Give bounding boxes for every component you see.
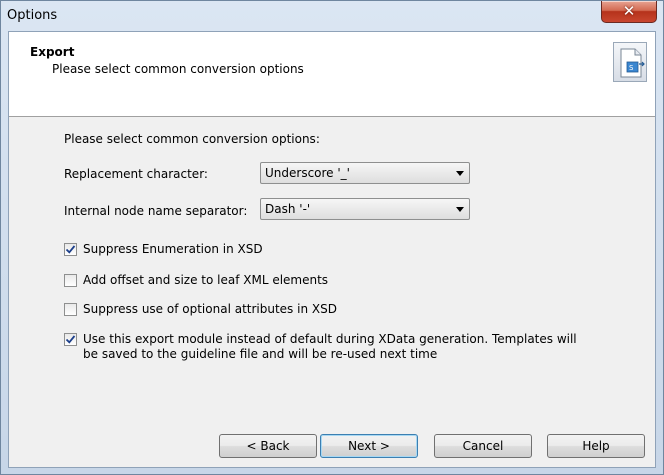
page-subtitle: Please select common conversion options — [52, 62, 304, 76]
next-button[interactable]: Next > — [320, 434, 418, 458]
checkbox[interactable] — [64, 333, 77, 346]
option-add-offset-size[interactable]: Add offset and size to leaf XML elements — [64, 273, 328, 288]
cancel-button[interactable]: Cancel — [434, 434, 532, 458]
intro-text: Please select common conversion options: — [64, 132, 320, 146]
option-use-export-module[interactable]: Use this export module instead of defaul… — [64, 332, 584, 362]
node-separator-label: Internal node name separator: — [64, 204, 248, 218]
page-title: Export — [30, 45, 75, 59]
checkmark-icon — [65, 335, 76, 344]
option-label: Suppress Enumeration in XSD — [83, 242, 263, 256]
chevron-down-icon — [456, 171, 464, 176]
checkbox[interactable] — [64, 274, 77, 287]
option-label: Add offset and size to leaf XML elements — [83, 273, 329, 287]
replacement-character-label: Replacement character: — [64, 167, 208, 181]
chevron-down-icon — [456, 207, 464, 212]
replacement-character-dropdown[interactable]: Underscore '_' — [260, 162, 470, 184]
export-document-icon: S — [613, 42, 647, 82]
back-button[interactable]: < Back — [219, 434, 317, 458]
checkmark-icon — [65, 245, 76, 254]
node-separator-value: Dash '-' — [265, 202, 311, 216]
options-dialog: Options ✕ Export Please select common co… — [0, 0, 664, 475]
close-button[interactable]: ✕ — [601, 1, 657, 23]
option-suppress-enumeration[interactable]: Suppress Enumeration in XSD — [64, 242, 263, 257]
dialog-client-area: Export Please select common conversion o… — [8, 31, 656, 468]
help-button[interactable]: Help — [547, 434, 645, 458]
replacement-character-value: Underscore '_' — [265, 166, 350, 180]
option-label: Use this export module instead of defaul… — [83, 332, 577, 361]
close-icon: ✕ — [622, 2, 636, 20]
window-title: Options — [7, 8, 58, 23]
node-separator-dropdown[interactable]: Dash '-' — [260, 198, 470, 220]
wizard-header: Export Please select common conversion o… — [9, 32, 655, 117]
title-bar[interactable]: Options ✕ — [1, 1, 663, 31]
option-suppress-optional-attributes[interactable]: Suppress use of optional attributes in X… — [64, 302, 337, 317]
checkbox[interactable] — [64, 303, 77, 316]
checkbox[interactable] — [64, 243, 77, 256]
option-label: Suppress use of optional attributes in X… — [83, 302, 337, 316]
svg-text:S: S — [629, 64, 634, 72]
